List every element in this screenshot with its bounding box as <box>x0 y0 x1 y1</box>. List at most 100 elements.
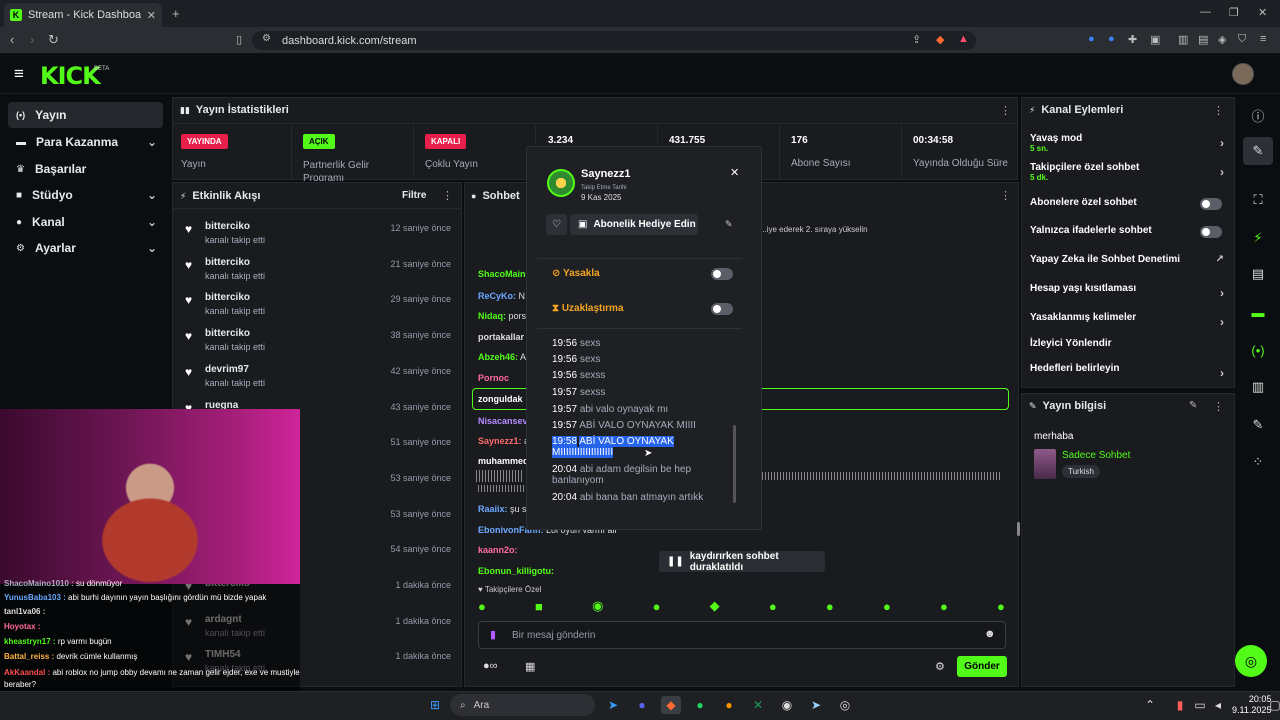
event-item[interactable]: ♥ bitterciko kanalı takip etti 29 saniye ön… <box>185 289 455 325</box>
chat-username[interactable]: Raaiix: <box>478 504 508 514</box>
toggle-switch[interactable] <box>1200 198 1222 210</box>
chat-username[interactable]: Saynezz1: <box>478 436 522 446</box>
chat-message[interactable]: ReCyKo: N <box>478 291 525 301</box>
hamburger-menu-icon[interactable]: ≡ <box>14 64 24 84</box>
channel-action-item[interactable]: Abonelere özel sohbet <box>1030 197 1230 219</box>
spotify-icon[interactable]: ● <box>690 696 710 714</box>
channel-action-item[interactable]: Hedefleri belirleyin › <box>1030 363 1230 385</box>
extension-icon[interactable]: ● <box>1088 33 1095 45</box>
history-message[interactable]: 19:57 sexss <box>552 387 605 398</box>
chat-username[interactable]: portakallar <box>478 332 524 342</box>
windows-start-icon[interactable]: ⊞ <box>425 696 445 714</box>
store-icon[interactable]: ▦ <box>525 660 535 673</box>
kick-logo[interactable]: KICK <box>40 62 101 90</box>
volume-icon[interactable]: ◂ <box>1208 696 1228 714</box>
close-popup-icon[interactable]: ✕ <box>730 166 739 179</box>
channel-action-item[interactable]: İzleyici Yönlendir <box>1030 338 1230 360</box>
shield-icon[interactable]: ⛉ <box>1238 33 1246 46</box>
event-item[interactable]: ♥ bitterciko kanalı takip etti 12 saniye ön… <box>185 218 455 254</box>
chat-message[interactable]: Raaiix: şu s <box>478 504 527 514</box>
history-message[interactable]: 19:57 ABİ VALO OYNAYAK MIIII <box>552 420 696 431</box>
chat-message[interactable]: Pornoc <box>478 373 509 383</box>
history-message[interactable]: 19:56 sexs <box>552 354 600 365</box>
fullscreen-icon[interactable]: ⛶ <box>1243 186 1273 214</box>
more-options-icon[interactable]: ⋮ <box>1213 400 1224 413</box>
network-icon[interactable]: ▭ <box>1190 696 1210 714</box>
chat-username[interactable]: muhammed <box>478 456 529 466</box>
back-icon[interactable]: ‹ <box>10 32 14 47</box>
sidebar-item-para-kazanma[interactable]: ▬ Para Kazanma ⌄ <box>8 129 163 155</box>
layout-icon[interactable]: ▥ <box>1243 373 1273 401</box>
emoji-icon[interactable]: ☻ <box>984 628 996 640</box>
chat-username[interactable]: kaann2o: <box>478 545 518 555</box>
history-message[interactable]: 20:04 abi adam degilsin be hep banlanıyo… <box>552 464 722 486</box>
minimize-icon[interactable]: — <box>1200 6 1211 18</box>
emote-icon[interactable]: ◉ <box>592 598 603 614</box>
chat-scrollbar[interactable] <box>1017 522 1020 536</box>
edit-icon[interactable]: ✎ <box>1189 400 1197 411</box>
tab-manager-icon[interactable]: ▣ <box>1150 33 1160 46</box>
apps-icon[interactable]: ⁘ <box>1243 448 1273 476</box>
reload-icon[interactable]: ↻ <box>48 32 59 48</box>
channel-action-item[interactable]: Yapay Zeka ile Sohbet Denetimi ↗ <box>1030 254 1230 276</box>
notes-icon[interactable]: ▤ <box>1243 260 1273 288</box>
forward-icon[interactable]: › <box>30 32 34 47</box>
history-message[interactable]: 19:56 sexss <box>552 370 605 381</box>
category-name[interactable]: Sadece Sohbet <box>1062 450 1130 461</box>
filter-button[interactable]: Filtre <box>402 190 426 201</box>
wallet-icon[interactable]: ▤ <box>1198 33 1208 46</box>
app-icon[interactable]: ➤ <box>603 696 623 714</box>
more-options-icon[interactable]: ⋮ <box>1213 104 1224 117</box>
chat-message[interactable]: Ebonun_killigotu: <box>478 566 554 576</box>
sidebar-item-studyo[interactable]: ■ Stüdyo ⌄ <box>8 182 163 208</box>
more-options-icon[interactable]: ⋮ <box>442 189 453 202</box>
tray-chevron-icon[interactable]: ⌃ <box>1140 696 1160 714</box>
mod-tools-icon[interactable]: ●∞ <box>483 660 498 672</box>
ban-toggle[interactable] <box>711 268 733 280</box>
history-message[interactable]: 20:04 abi bana ban atmayın artıkk <box>552 492 703 503</box>
bookmark-icon[interactable]: ▯ <box>236 33 242 46</box>
chat-username[interactable]: ShacoMain <box>478 269 526 279</box>
channel-action-item[interactable]: Hesap yaşı kısıtlaması › <box>1030 283 1230 305</box>
menu-icon[interactable]: ≡ <box>1260 33 1266 45</box>
share-icon[interactable]: ⇪ <box>912 33 921 46</box>
pin-icon[interactable]: ✎ <box>725 219 733 230</box>
history-message[interactable]: 19:56 sexs <box>552 338 600 349</box>
chat-username[interactable]: Ebonun_killigotu: <box>478 566 554 576</box>
brave-rewards-icon[interactable]: ▲ <box>958 33 969 45</box>
close-window-icon[interactable]: ✕ <box>1258 6 1267 19</box>
chat-message[interactable]: kaann2o: <box>478 545 518 555</box>
history-scrollbar[interactable] <box>733 425 736 503</box>
emote-icon[interactable]: ● <box>826 598 834 614</box>
sidebar-item-yayin[interactable]: (•) Yayın <box>8 102 163 128</box>
event-item[interactable]: ♥ bitterciko kanalı takip etti 21 saniye ön… <box>185 254 455 290</box>
brave-shield-icon[interactable]: ◆ <box>936 33 944 46</box>
channel-action-item[interactable]: Takipçilere özel sohbet 5 dk. › <box>1030 162 1230 184</box>
chat-message[interactable]: ShacoMain <box>478 269 526 279</box>
quick-actions-icon[interactable]: ⚡ <box>1243 224 1273 252</box>
category-thumbnail[interactable] <box>1034 449 1056 479</box>
emote-icon[interactable]: ● <box>478 598 486 614</box>
chat-paused-banner[interactable]: ❚❚ kaydırırken sohbet duraklatıldı <box>659 551 825 573</box>
maximize-icon[interactable]: ❐ <box>1229 6 1239 19</box>
browser-tab[interactable]: K Stream - Kick Dashboard ✕ <box>4 3 162 27</box>
channel-action-item[interactable]: Yalnızca ifadelerle sohbet <box>1030 225 1230 247</box>
broadcast-rail-icon[interactable]: (•) <box>1243 336 1273 364</box>
chat-message[interactable]: muhammed <box>478 456 529 466</box>
sidebar-item-ayarlar[interactable]: ⚙ Ayarlar ⌄ <box>8 235 163 261</box>
follow-heart-button[interactable]: ♡ <box>546 214 567 235</box>
emote-icon[interactable]: ◆ <box>710 598 720 614</box>
chat-message[interactable]: Abzeh46: A <box>478 352 526 362</box>
edit-pencil-icon[interactable]: ✎ <box>1243 137 1273 165</box>
emote-icon[interactable]: ● <box>883 598 891 614</box>
chat-message[interactable]: Nidaq: pors <box>478 311 526 321</box>
site-settings-icon[interactable]: ⚙ <box>262 33 271 44</box>
tools-icon[interactable]: ✎ <box>1243 411 1273 439</box>
history-message[interactable]: 19:58 ABİ VALO OYNAYAK MIIIIIIIIIIIIIIII… <box>552 436 722 458</box>
popup-username[interactable]: Saynezz1 <box>581 168 631 180</box>
sidebar-item-kanal[interactable]: ● Kanal ⌄ <box>8 209 163 235</box>
emote-icon[interactable]: ● <box>653 598 661 614</box>
more-options-icon[interactable]: ⋮ <box>1000 104 1011 117</box>
emote-icon[interactable]: ● <box>769 598 777 614</box>
toggle-switch[interactable] <box>1200 226 1222 238</box>
